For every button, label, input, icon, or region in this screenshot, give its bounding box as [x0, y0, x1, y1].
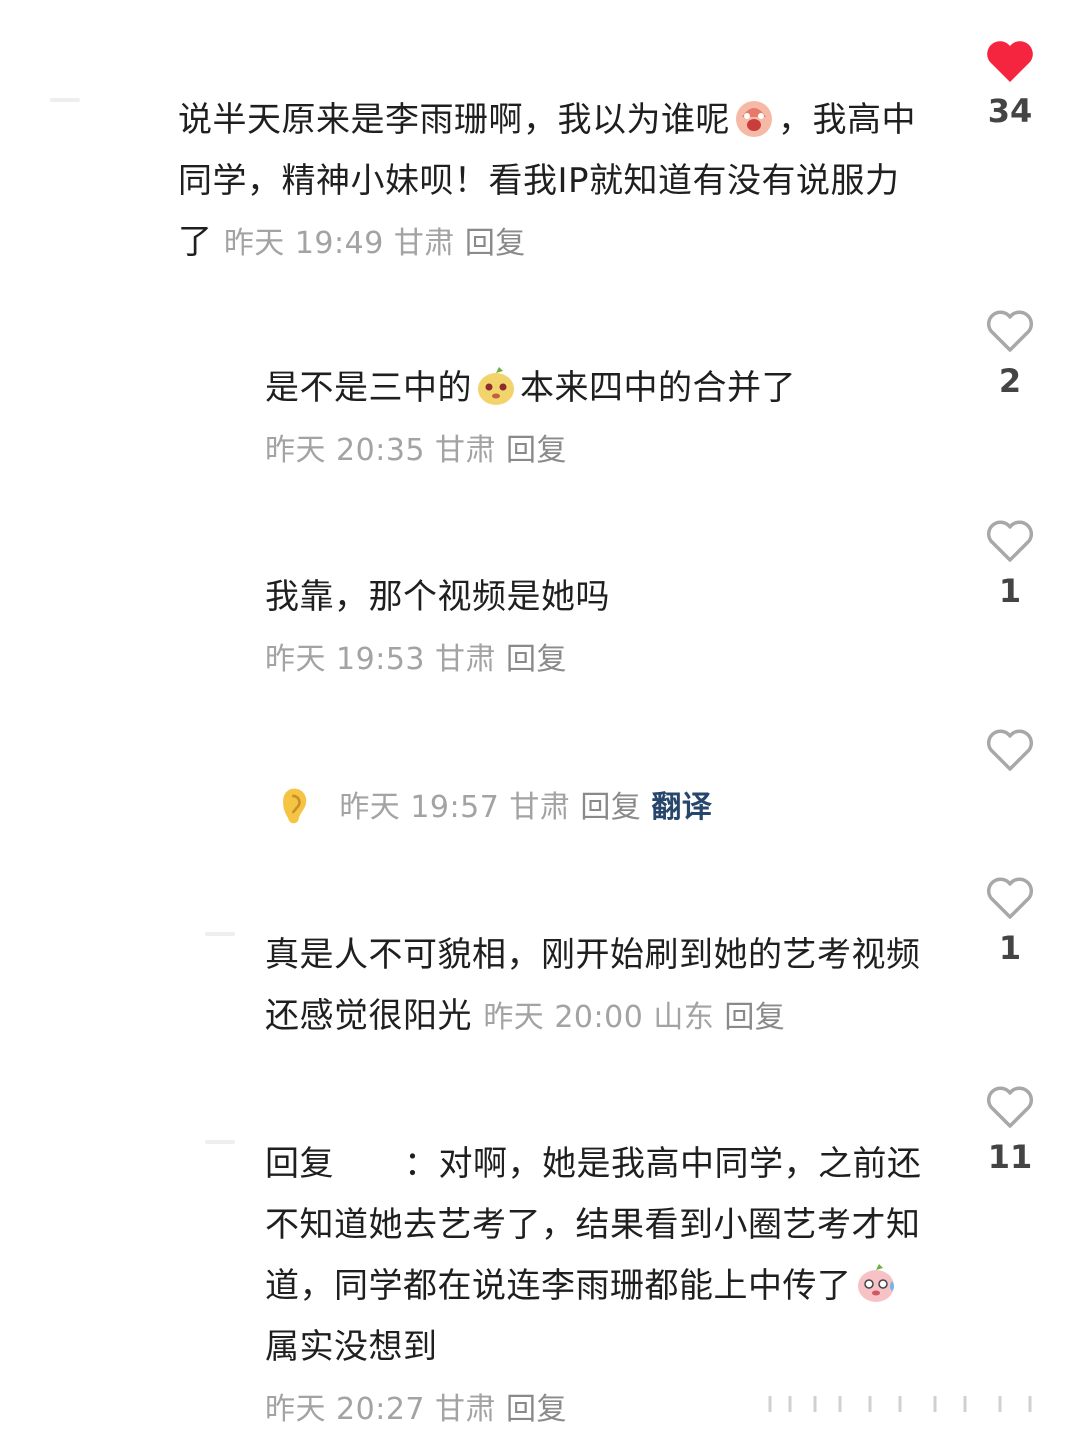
- comment-meta: 昨天 19:53 甘肃 回复: [265, 642, 577, 677]
- comment-region: 甘肃: [393, 226, 455, 261]
- pear-emoji-icon: [478, 367, 514, 405]
- translate-button[interactable]: 翻译: [651, 790, 712, 825]
- ear-emoji-icon: [283, 788, 307, 824]
- comment-region: 山东: [653, 1000, 715, 1035]
- comment-time: 昨天 19:53: [265, 642, 425, 677]
- comment-time: 昨天 20:00: [483, 1000, 644, 1035]
- comment-5[interactable]: 真是人不可貌相，刚开始刷到她的艺考视频还感觉很阳光 昨天 20:00 山东 回复: [265, 925, 925, 1048]
- comment-text: 说半天原来是李雨珊啊，我以为谁呢: [178, 100, 730, 140]
- like-count: 1: [998, 572, 1022, 610]
- like-count: 34: [987, 92, 1033, 130]
- reply-button[interactable]: 回复: [580, 790, 641, 825]
- comment-text-cont: 属实没想到: [265, 1327, 438, 1367]
- heart-outline-icon: [986, 310, 1034, 352]
- comment-1[interactable]: 说半天原来是李雨珊啊，我以为谁呢 ，我高中同学，精神小妹呗！看我IP就知道有没有说…: [178, 90, 918, 274]
- reply-button[interactable]: 回复: [506, 433, 567, 468]
- like-count: 11: [987, 1138, 1033, 1176]
- reply-button[interactable]: 回复: [724, 1000, 785, 1035]
- heart-outline-icon: [986, 1086, 1034, 1128]
- comment-text: ：对啊，她是我高中同学，之前还不知道她去艺考了，结果看到小圈艺考才知道，同学都在…: [265, 1144, 922, 1306]
- comment-2[interactable]: 是不是三中的 本来四中的合并了 昨天 20:35 甘肃 回复: [265, 358, 915, 481]
- comment-meta: 昨天 20:27 甘肃 回复: [265, 1392, 577, 1427]
- avatar-placeholder: [205, 1140, 235, 1144]
- like-count: 2: [998, 362, 1022, 400]
- comment-time: 昨天 20:35: [265, 433, 425, 468]
- comment-meta: 昨天 20:00 山东 回复: [483, 1000, 795, 1035]
- comment-region: 甘肃: [435, 433, 496, 468]
- comment-region: 甘肃: [509, 790, 571, 825]
- comment-text-cont: 本来四中的合并了: [520, 368, 796, 408]
- comment-text: 我靠，那个视频是她吗: [265, 577, 610, 617]
- comment-meta: 昨天 19:49 甘肃 回复: [224, 226, 536, 261]
- watermark-decoration: [768, 1396, 1032, 1412]
- comment-meta: 昨天 19:57 甘肃 回复 翻译: [339, 790, 722, 825]
- heart-outline-icon: [986, 877, 1034, 919]
- like-button-4[interactable]: [970, 727, 1050, 781]
- reply-button[interactable]: 回复: [506, 1392, 567, 1427]
- like-button-2[interactable]: 2: [970, 308, 1050, 400]
- like-button-1[interactable]: 34: [970, 38, 1050, 130]
- like-button-3[interactable]: 1: [970, 518, 1050, 610]
- heart-outline-icon: [986, 520, 1034, 562]
- comment-text: 是不是三中的: [265, 368, 472, 408]
- comment-time: 昨天 19:57: [339, 790, 500, 825]
- comment-3[interactable]: 我靠，那个视频是她吗 昨天 19:53 甘肃 回复: [265, 567, 915, 690]
- avatar-placeholder: [50, 98, 80, 102]
- like-button-6[interactable]: 11: [970, 1084, 1050, 1176]
- reply-button[interactable]: 回复: [506, 642, 567, 677]
- like-button-5[interactable]: 1: [970, 875, 1050, 967]
- like-count: 1: [998, 929, 1022, 967]
- reply-prefix: 回复: [265, 1144, 334, 1184]
- heart-filled-icon: [987, 41, 1033, 82]
- crying-emoji-icon: [736, 101, 772, 137]
- comment-time: 昨天 19:49: [223, 226, 384, 261]
- reply-button[interactable]: 回复: [465, 226, 526, 261]
- heart-outline-icon: [986, 729, 1034, 771]
- comment-region: 甘肃: [435, 1392, 496, 1427]
- comment-4[interactable]: 昨天 19:57 甘肃 回复 翻译: [272, 776, 922, 838]
- sweat-emoji-icon: [857, 1264, 894, 1302]
- comment-time: 昨天 20:27: [265, 1392, 425, 1427]
- avatar-placeholder: [205, 932, 235, 936]
- comment-region: 甘肃: [435, 642, 496, 677]
- comment-meta: 昨天 20:35 甘肃 回复: [265, 433, 577, 468]
